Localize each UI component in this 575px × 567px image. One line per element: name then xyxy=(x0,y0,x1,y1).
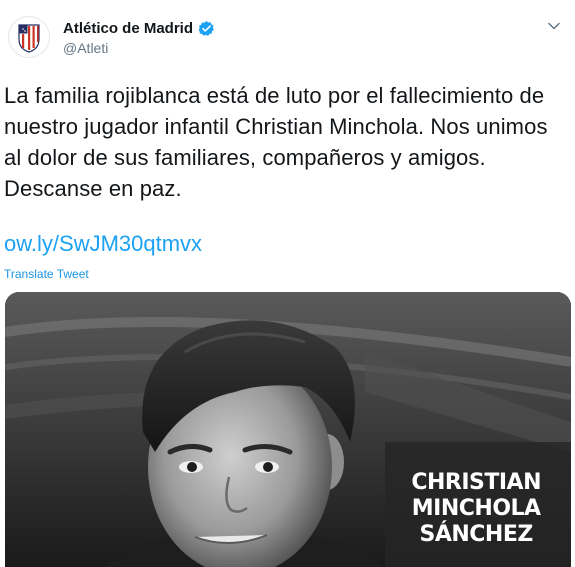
tweet-line: Descanse en paz. xyxy=(4,176,182,201)
account-name[interactable]: Atlético de Madrid xyxy=(63,20,193,37)
tweet-header: Atlético de Madrid @Atleti xyxy=(0,0,575,72)
tweet-text: La familia rojiblanca está de luto por e… xyxy=(4,80,569,204)
tweet-line: La familia rojiblanca está de luto por e… xyxy=(4,83,545,108)
caption-line: MINCHOLA xyxy=(411,496,541,521)
tweet-line: nuestro jugador infantil Christian Minch… xyxy=(4,114,548,139)
tweet-line: al dolor de sus familiares, compañeros y… xyxy=(4,145,486,170)
atletico-crest-icon xyxy=(18,24,40,53)
tweet-media-image[interactable]: CHRISTIAN MINCHOLA SÁNCHEZ xyxy=(5,292,571,567)
translate-tweet-link[interactable]: Translate Tweet xyxy=(4,267,89,281)
chevron-down-icon[interactable] xyxy=(546,18,562,34)
account-handle[interactable]: @Atleti xyxy=(63,40,108,56)
caption-line: SÁNCHEZ xyxy=(419,522,534,547)
account-avatar[interactable] xyxy=(8,16,50,58)
caption-line: CHRISTIAN xyxy=(411,470,541,495)
memorial-caption: CHRISTIAN MINCHOLA SÁNCHEZ xyxy=(411,470,541,548)
tweet-link[interactable]: ow.ly/SwJM30qtmvx xyxy=(4,231,202,257)
verified-badge-icon xyxy=(198,21,214,36)
